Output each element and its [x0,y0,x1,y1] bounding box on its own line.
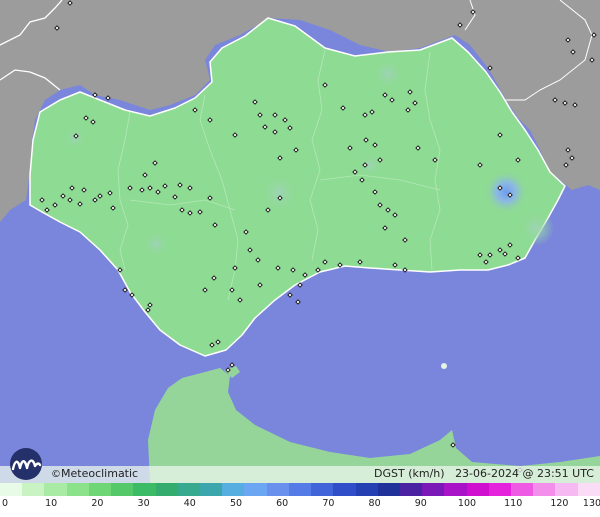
legend-swatch [133,483,156,496]
legend-tick-label: 100 [457,498,477,509]
legend-swatch [44,483,67,496]
legend-tick-label: 30 [137,498,150,509]
legend-tick-label: 80 [368,498,381,509]
legend-swatch [555,483,578,496]
legend-swatch [88,483,112,496]
legend-color-scale [0,483,600,496]
legend-tick-label: 120 [550,498,569,509]
legend-swatch [177,483,200,496]
legend-swatch [333,483,356,496]
copyright-symbol: © [51,469,61,480]
legend-tick-label: 90 [414,498,427,509]
legend-swatch [511,483,534,496]
legend-swatch [377,483,400,496]
legend-swatch [66,483,89,496]
legend-swatch [355,483,378,496]
legend-tick-labels: 0 10 20 30 40 50 60 70 80 90 100 110 120 130 [0,497,600,515]
legend-swatch [311,483,334,496]
legend-tick-label: 10 [45,498,58,509]
gust-hotspot-huelva [63,126,87,150]
brand-label[interactable]: ©Meteoclimatic [51,467,138,480]
datetime-label: 23-06-2024 @ 23:51 UTC [455,467,594,480]
alboran-island [441,363,447,369]
legend-tick-label: 40 [183,498,196,509]
legend-swatch [222,483,245,496]
legend-swatch [288,483,312,496]
legend-tick-label: 50 [229,498,243,509]
map-frame: ©Meteoclimatic DGST (km/h) 23-06-2024 @ … [0,0,600,517]
legend-tick-label: 130 [582,498,600,509]
gust-legend: 0 10 20 30 40 50 60 70 80 90 100 110 120 130 [0,483,600,517]
legend-tick-label: 0 [1,498,9,509]
variable-label: DGST (km/h) [374,467,445,480]
gust-hotspot-cordoba [259,173,299,213]
gust-hotspot-southeast [518,210,554,246]
legend-swatch [533,483,556,496]
wind-gust-map[interactable] [0,0,600,483]
gust-hotspot-granada [358,153,382,177]
gust-hotspot-almeria [484,170,528,214]
legend-tick-label: 20 [91,498,104,509]
legend-swatch [155,483,178,496]
legend-swatch [422,483,445,496]
legend-swatch [111,483,134,496]
gust-hotspot-seville-south [142,230,170,258]
legend-tick-label: 110 [504,498,523,509]
map-caption: DGST (km/h) 23-06-2024 @ 23:51 UTC [374,467,594,480]
legend-swatch [199,483,223,496]
gust-hotspot-jaen [372,58,404,90]
legend-tick-label: 70 [322,498,335,509]
legend-swatch [399,483,423,496]
brand-name: Meteoclimatic [61,467,139,480]
legend-swatch [244,483,267,496]
legend-swatch [577,483,600,496]
legend-swatch [0,483,23,496]
legend-swatch [488,483,512,496]
map-footer: ©Meteoclimatic DGST (km/h) 23-06-2024 @ … [0,466,600,483]
legend-tick-label: 60 [276,498,289,509]
legend-swatch [266,483,289,496]
legend-swatch [444,483,467,496]
legend-swatch [22,483,45,496]
legend-swatch [466,483,489,496]
meteoclimatic-logo-icon[interactable] [6,447,46,481]
